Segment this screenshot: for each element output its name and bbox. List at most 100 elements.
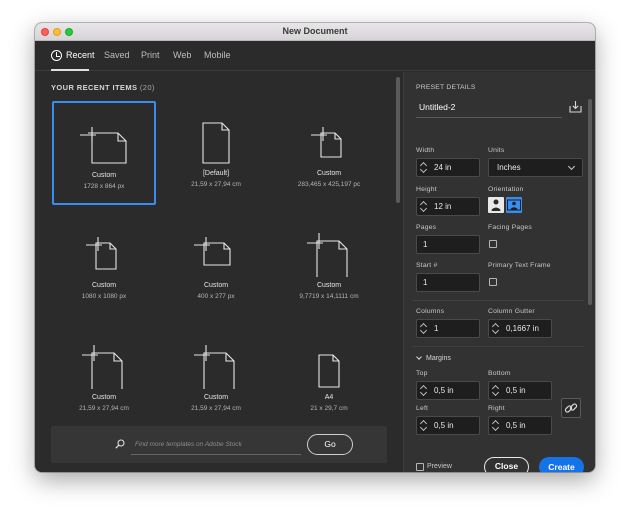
recent-item-dimensions: 1080 x 1080 px: [81, 293, 127, 300]
custom-portrait-icon: [82, 345, 123, 389]
pages-label: Pages: [416, 224, 437, 231]
stock-search-bar: Find more templates on Adobe Stock Go: [51, 426, 387, 463]
recent-item-dimensions: 21,59 x 27,94 cm: [191, 405, 241, 412]
right-margin-field[interactable]: 0,5 in: [488, 416, 552, 435]
custom-portrait-icon: [194, 345, 235, 389]
start-number-label: Start #: [416, 262, 438, 269]
column-gutter-field[interactable]: 0,1667 in: [488, 319, 552, 338]
go-button[interactable]: Go: [307, 434, 353, 455]
custom-landscape-icon: [194, 237, 231, 266]
orientation-label: Orientation: [488, 186, 524, 193]
portrait-page-icon: [318, 354, 340, 388]
recent-items-title: YOUR RECENT ITEMS: [51, 83, 138, 92]
search-icon: [115, 439, 125, 449]
recent-item-name: Custom: [203, 282, 229, 289]
chevron-down-icon[interactable]: [416, 354, 422, 360]
recent-item-card[interactable]: Custom 21,59 x 27,94 cm: [164, 325, 268, 429]
units-select[interactable]: Inches: [488, 158, 583, 177]
tab-mobile[interactable]: Mobile: [204, 50, 231, 60]
portrait-page-icon: [202, 122, 230, 164]
height-stepper[interactable]: [420, 201, 428, 212]
recent-items-scrollbar[interactable]: [396, 77, 400, 203]
height-label: Height: [416, 186, 437, 193]
facing-pages-checkbox[interactable]: [489, 240, 497, 248]
tab-recent[interactable]: Recent: [66, 50, 95, 60]
preset-details-panel: PRESET DETAILS Untitled-2 Width 24 in Un…: [403, 72, 595, 472]
title-bar: New Document: [35, 23, 595, 41]
tab-web[interactable]: Web: [173, 50, 191, 60]
custom-portrait-icon: [307, 233, 348, 277]
width-stepper[interactable]: [420, 162, 428, 173]
recent-item-dimensions: 21,59 x 27,94 cm: [191, 181, 241, 188]
tab-print[interactable]: Print: [141, 50, 160, 60]
recent-items-heading: YOUR RECENT ITEMS (20): [51, 83, 155, 92]
top-margin-label: Top: [416, 370, 428, 377]
recent-item-name: [Default]: [202, 170, 230, 177]
right-margin-label: Right: [488, 405, 505, 412]
margins-section-toggle[interactable]: Margins: [426, 355, 451, 362]
recent-item-card[interactable]: A4 21 x 29,7 cm: [277, 325, 381, 429]
recent-item-card[interactable]: Custom 1728 x 864 px: [52, 101, 156, 205]
recent-item-dimensions: 21,59 x 27,94 cm: [79, 405, 129, 412]
custom-landscape-icon: [311, 127, 342, 158]
facing-pages-label: Facing Pages: [488, 224, 532, 231]
recent-item-card[interactable]: Custom 9,7719 x 14,1111 cm: [277, 213, 381, 317]
left-margin-label: Left: [416, 405, 429, 412]
width-label: Width: [416, 147, 435, 154]
custom-square-icon: [86, 237, 117, 270]
bottom-margin-stepper[interactable]: [492, 385, 500, 396]
column-gutter-stepper[interactable]: [492, 323, 500, 334]
recent-items-count: (20): [139, 83, 155, 92]
preview-checkbox[interactable]: [416, 463, 424, 471]
units-value: Inches: [497, 163, 521, 172]
height-field[interactable]: 12 in: [416, 197, 480, 216]
left-margin-field[interactable]: 0,5 in: [416, 416, 480, 435]
tab-bar: Recent Saved Print Web Mobile: [35, 41, 595, 71]
columns-label: Columns: [416, 308, 445, 315]
left-margin-stepper[interactable]: [420, 420, 428, 431]
recent-item-dimensions: 21 x 29,7 cm: [310, 405, 348, 412]
recent-item-name: Custom: [91, 394, 117, 401]
preset-details-scrollbar[interactable]: [588, 99, 592, 305]
top-margin-field[interactable]: 0,5 in: [416, 381, 480, 400]
recent-item-card[interactable]: Custom 283,465 x 425,197 pc: [277, 101, 381, 205]
close-button[interactable]: Close: [484, 457, 529, 472]
columns-field[interactable]: 1: [416, 319, 480, 338]
width-value: 24 in: [434, 163, 452, 172]
window-title: New Document: [282, 26, 348, 36]
recent-item-card[interactable]: Custom 21,59 x 27,94 cm: [52, 325, 156, 429]
recent-item-dimensions: 9,7719 x 14,1111 cm: [299, 293, 359, 300]
start-number-field[interactable]: 1: [416, 273, 480, 292]
columns-stepper[interactable]: [420, 323, 428, 334]
recent-item-dimensions: 1728 x 864 px: [83, 183, 125, 190]
bottom-margin-field[interactable]: 0,5 in: [488, 381, 552, 400]
recent-item-dimensions: 400 x 277 px: [197, 293, 235, 300]
recent-item-card[interactable]: Custom 1080 x 1080 px: [52, 213, 156, 317]
recent-item-dimensions: 283,465 x 425,197 pc: [297, 181, 361, 188]
section-divider: [412, 300, 584, 301]
right-margin-stepper[interactable]: [492, 420, 500, 431]
bottom-margin-value: 0,5 in: [506, 386, 526, 395]
create-button[interactable]: Create: [539, 457, 584, 472]
start-number-value: 1: [423, 278, 428, 287]
save-preset-icon[interactable]: [569, 100, 582, 113]
document-name-input[interactable]: Untitled-2: [416, 99, 562, 118]
clock-icon: [51, 50, 62, 61]
top-margin-stepper[interactable]: [420, 385, 428, 396]
primary-text-frame-checkbox[interactable]: [489, 278, 497, 286]
recent-item-card[interactable]: Custom 400 x 277 px: [164, 213, 268, 317]
stock-search-input[interactable]: Find more templates on Adobe Stock: [131, 437, 301, 455]
tab-saved[interactable]: Saved: [104, 50, 130, 60]
link-margins-button[interactable]: [561, 398, 581, 418]
chevron-down-icon: [567, 162, 576, 171]
width-field[interactable]: 24 in: [416, 158, 480, 177]
primary-text-frame-label: Primary Text Frame: [488, 262, 551, 269]
left-margin-value: 0,5 in: [434, 421, 454, 430]
right-margin-value: 0,5 in: [506, 421, 526, 430]
recent-item-name: Custom: [91, 282, 117, 289]
pages-field[interactable]: 1: [416, 235, 480, 254]
landscape-orientation-icon[interactable]: [506, 197, 522, 213]
preview-label: Preview: [427, 463, 452, 470]
recent-item-card[interactable]: [Default] 21,59 x 27,94 cm: [164, 101, 268, 205]
portrait-orientation-icon[interactable]: [488, 197, 504, 213]
